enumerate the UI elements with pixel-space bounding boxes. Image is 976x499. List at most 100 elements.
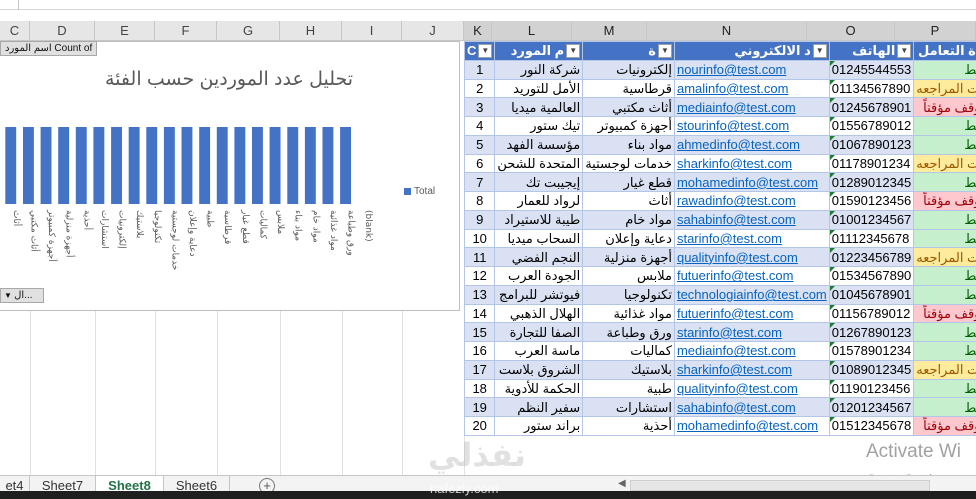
- column-header-C[interactable]: C: [0, 21, 30, 41]
- category-cell[interactable]: مواد بناء: [582, 134, 675, 155]
- column-header-J[interactable]: J: [402, 21, 464, 41]
- supplier-name-cell[interactable]: الصفا للتجارة: [494, 322, 584, 342]
- chart-bar[interactable]: [146, 127, 158, 204]
- chart-bar[interactable]: [75, 127, 87, 204]
- status-cell[interactable]: نشط: [913, 59, 976, 80]
- category-cell[interactable]: ورق وطباعة: [582, 322, 675, 342]
- phone-cell[interactable]: 01112345678: [828, 228, 915, 249]
- phone-cell[interactable]: 01201234567: [828, 397, 915, 417]
- supplier-name-cell[interactable]: الجودة العرب: [494, 266, 584, 286]
- supplier-name-cell[interactable]: العالمية ميديا: [494, 97, 584, 117]
- email-link[interactable]: rawadinfo@test.com: [673, 191, 830, 211]
- category-cell[interactable]: أجهزة كمبيوتر: [582, 116, 675, 136]
- status-cell[interactable]: نشط: [913, 116, 976, 136]
- chart-bar[interactable]: [40, 127, 52, 204]
- phone-cell[interactable]: 01245678901: [828, 97, 915, 117]
- filter-dropdown-icon[interactable]: ▼: [657, 44, 672, 58]
- category-cell[interactable]: أجهزة منزلية: [582, 247, 675, 267]
- filter-dropdown-icon[interactable]: ▼: [897, 44, 912, 58]
- row-number-cell[interactable]: 20: [463, 416, 496, 436]
- email-link[interactable]: qualityinfo@test.com: [673, 378, 830, 399]
- chart-bar[interactable]: [252, 127, 263, 204]
- category-cell[interactable]: أثاث: [582, 191, 675, 211]
- phone-cell[interactable]: 01156789012: [828, 303, 915, 324]
- category-cell[interactable]: إلكترونيات: [582, 59, 675, 80]
- scroll-left-icon[interactable]: ◀: [618, 478, 626, 489]
- status-cell[interactable]: متوقف مؤقتاً: [913, 303, 976, 324]
- row-number-cell[interactable]: 18: [463, 378, 496, 399]
- category-cell[interactable]: كماليات: [582, 341, 675, 361]
- row-number-cell[interactable]: 14: [463, 303, 496, 324]
- email-link[interactable]: mohamedinfo@test.com: [673, 416, 830, 436]
- row-number-cell[interactable]: 4: [463, 116, 496, 136]
- email-link[interactable]: stourinfo@test.com: [673, 116, 830, 136]
- category-cell[interactable]: قرطاسية: [582, 78, 675, 99]
- supplier-name-cell[interactable]: مؤسسة الفهد: [494, 134, 584, 155]
- row-number-cell[interactable]: 12: [463, 266, 496, 286]
- status-cell[interactable]: نشط: [913, 378, 976, 399]
- email-link[interactable]: sahabinfo@test.com: [673, 397, 830, 417]
- chart-bar[interactable]: [322, 127, 334, 204]
- chart-bar[interactable]: [93, 127, 105, 204]
- column-header-E[interactable]: E: [95, 21, 155, 41]
- row-number-cell[interactable]: 6: [463, 153, 496, 174]
- column-header-F[interactable]: F: [155, 21, 217, 41]
- category-cell[interactable]: ملابس: [582, 266, 675, 286]
- email-link[interactable]: futuerinfo@test.com: [673, 266, 830, 286]
- category-cell[interactable]: مواد غذائية: [582, 303, 675, 324]
- supplier-name-cell[interactable]: السحاب ميديا: [494, 228, 584, 249]
- chart-bar[interactable]: [5, 127, 17, 204]
- status-cell[interactable]: نشط: [913, 228, 976, 249]
- email-link[interactable]: starinfo@test.com: [673, 322, 830, 342]
- status-cell[interactable]: نشط: [913, 134, 976, 155]
- chart-bar[interactable]: [234, 127, 246, 204]
- supplier-name-cell[interactable]: النجم الفضي: [494, 247, 584, 267]
- filter-dropdown-icon[interactable]: ▼: [566, 44, 581, 58]
- phone-cell[interactable]: 01067890123: [828, 134, 915, 155]
- supplier-name-cell[interactable]: الأمل للتوريد: [494, 78, 584, 99]
- axis-field-filter-button[interactable]: ▼ ال...: [0, 288, 44, 303]
- column-header-D[interactable]: D: [30, 21, 95, 41]
- supplier-name-cell[interactable]: تيك ستور: [494, 116, 584, 136]
- phone-cell[interactable]: 01223456789: [828, 247, 915, 267]
- supplier-name-cell[interactable]: الهلال الذهبي: [494, 303, 584, 324]
- category-cell[interactable]: طبية: [582, 378, 675, 399]
- row-number-cell[interactable]: 1: [463, 59, 496, 80]
- phone-cell[interactable]: 01556789012: [828, 116, 915, 136]
- row-number-cell[interactable]: 7: [463, 172, 496, 192]
- status-cell[interactable]: نشط: [913, 209, 976, 230]
- column-header-I[interactable]: I: [342, 21, 402, 41]
- column-header-G[interactable]: G: [217, 21, 280, 41]
- chart-bar[interactable]: [23, 127, 34, 204]
- phone-cell[interactable]: 01190123456: [828, 378, 915, 399]
- phone-cell[interactable]: 01512345678: [828, 416, 915, 436]
- category-cell[interactable]: استشارات: [582, 397, 675, 417]
- filter-dropdown-icon[interactable]: ▼: [812, 44, 827, 58]
- status-cell[interactable]: تحت المراجعه: [913, 359, 976, 380]
- status-cell[interactable]: متوقف مؤقتاً: [913, 97, 976, 117]
- category-cell[interactable]: أحذية: [582, 416, 675, 436]
- category-cell[interactable]: مواد خام: [582, 209, 675, 230]
- column-header-P[interactable]: P: [895, 21, 976, 41]
- row-number-cell[interactable]: 9: [463, 209, 496, 230]
- status-cell[interactable]: نشط: [913, 172, 976, 192]
- email-link[interactable]: futuerinfo@test.com: [673, 303, 830, 324]
- category-cell[interactable]: تكنولوجيا: [582, 284, 675, 305]
- header-cell-status[interactable]: ة التعامل▼: [913, 41, 976, 61]
- status-cell[interactable]: نشط: [913, 341, 976, 361]
- horizontal-scrollbar[interactable]: [630, 480, 930, 491]
- status-cell[interactable]: نشط: [913, 322, 976, 342]
- row-number-cell[interactable]: 3: [463, 97, 496, 117]
- email-link[interactable]: amalinfo@test.com: [673, 78, 830, 99]
- header-cell-supplier[interactable]: م المورد ▼: [494, 41, 584, 61]
- row-number-cell[interactable]: 5: [463, 134, 496, 155]
- category-cell[interactable]: قطع غيار: [582, 172, 675, 192]
- phone-cell[interactable]: 01267890123: [828, 322, 915, 342]
- phone-cell[interactable]: 01245544553: [828, 59, 915, 80]
- chart-bar[interactable]: [287, 127, 299, 204]
- status-cell[interactable]: نشط: [913, 266, 976, 286]
- row-number-cell[interactable]: 15: [463, 322, 496, 342]
- category-cell[interactable]: دعاية وإعلان: [582, 228, 675, 249]
- row-number-cell[interactable]: 11: [463, 247, 496, 267]
- supplier-name-cell[interactable]: براند ستور: [494, 416, 584, 436]
